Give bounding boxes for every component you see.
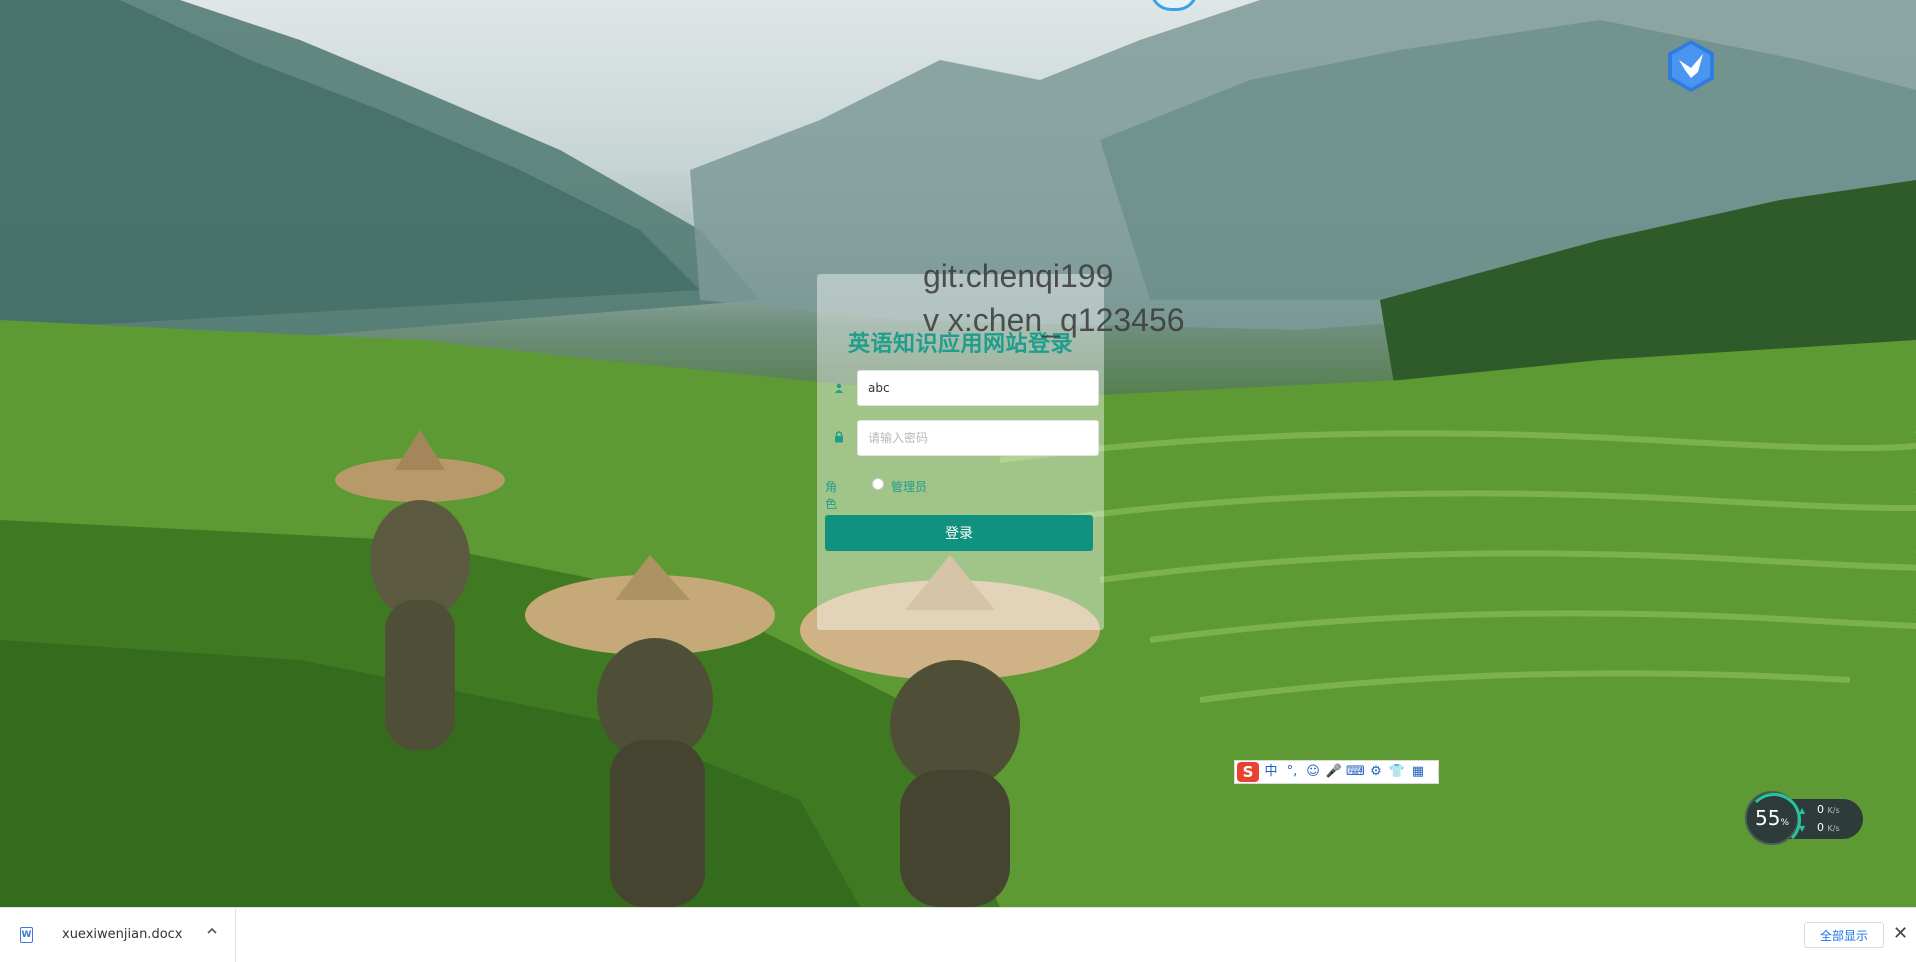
network-speed-monitor[interactable]: ▲ 0 K/s ▼ 0 K/s 55% bbox=[1745, 791, 1863, 847]
ime-voice-icon[interactable]: 🎤 bbox=[1325, 762, 1343, 782]
ime-keyboard-icon[interactable]: ⌨ bbox=[1346, 762, 1365, 782]
password-row bbox=[825, 420, 1099, 458]
bird-app-icon[interactable] bbox=[1665, 38, 1717, 94]
close-download-bar-icon[interactable]: ✕ bbox=[1893, 924, 1908, 944]
username-input[interactable] bbox=[857, 370, 1099, 406]
upload-speed: 0 K/s bbox=[1817, 803, 1840, 816]
download-item[interactable]: W xuexiwenjian.docx bbox=[0, 908, 236, 962]
admin-role-option-label[interactable]: 管理员 bbox=[891, 478, 927, 495]
ime-settings-icon[interactable]: ⚙ bbox=[1367, 762, 1385, 782]
chevron-up-icon[interactable] bbox=[206, 925, 218, 941]
user-icon bbox=[831, 380, 847, 398]
ime-skin-icon[interactable]: 👕 bbox=[1388, 762, 1406, 782]
show-all-button[interactable]: 全部显示 bbox=[1804, 922, 1884, 948]
ime-toolbox-icon[interactable]: ▦ bbox=[1409, 762, 1427, 782]
password-input[interactable] bbox=[857, 420, 1099, 456]
ime-emoji-icon[interactable]: ☺ bbox=[1304, 762, 1322, 782]
word-file-icon: W bbox=[20, 927, 33, 943]
admin-role-radio[interactable] bbox=[872, 478, 884, 490]
download-bar: W xuexiwenjian.docx 全部显示 ✕ bbox=[0, 907, 1916, 962]
username-row bbox=[825, 370, 1099, 408]
watermark-line-2: v x:chen_q123456 bbox=[923, 302, 1185, 338]
ime-toolbar: S 中 °, ☺ 🎤 ⌨ ⚙ 👕 ▦ bbox=[1234, 760, 1439, 784]
sogou-logo-icon[interactable]: S bbox=[1237, 762, 1259, 782]
desktop-background: 英语知识应用网站登录 角色 管理员 登录 git:chenqi199 v x:c… bbox=[0, 0, 1916, 907]
ime-chinese-mode-toggle[interactable]: 中 bbox=[1262, 762, 1280, 782]
ime-punctuation-icon[interactable]: °, bbox=[1283, 762, 1301, 782]
role-label: 角色 bbox=[825, 480, 838, 511]
download-file-name: xuexiwenjian.docx bbox=[62, 927, 183, 942]
lock-icon bbox=[831, 430, 847, 448]
download-speed: 0 K/s bbox=[1817, 821, 1840, 834]
memory-usage-percent: 55% bbox=[1754, 806, 1789, 830]
login-button[interactable]: 登录 bbox=[825, 515, 1093, 551]
watermark-line-1: git:chenqi199 bbox=[923, 258, 1114, 294]
